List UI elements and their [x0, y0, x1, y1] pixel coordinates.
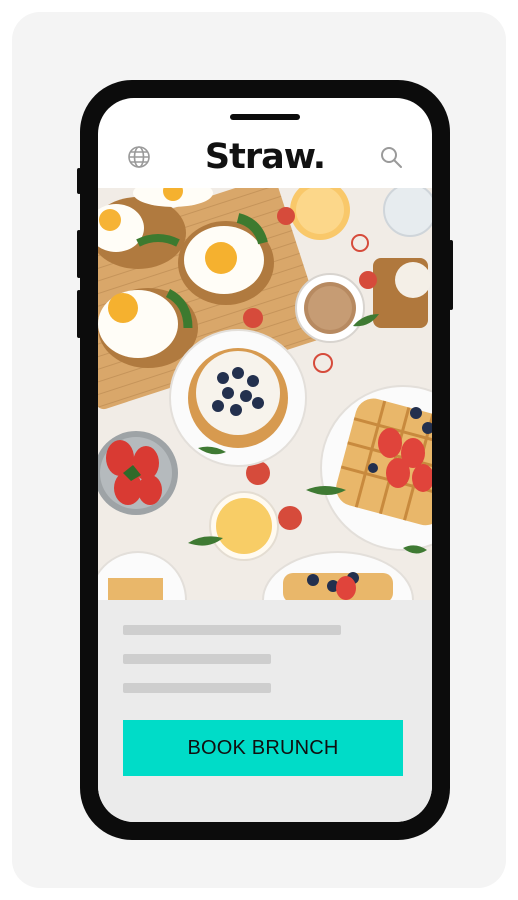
hero-image: [98, 188, 432, 600]
phone-side-button: [449, 240, 453, 310]
phone-side-button: [77, 290, 81, 338]
phone-speaker: [230, 114, 300, 120]
placeholder-line: [123, 683, 271, 693]
globe-icon[interactable]: [126, 144, 152, 170]
phone-side-button: [77, 230, 81, 278]
phone-screen: Straw. BOOK BRUNCH: [98, 98, 432, 822]
book-brunch-button[interactable]: BOOK BRUNCH: [123, 720, 403, 776]
app-header: Straw.: [98, 126, 432, 188]
content-area: BOOK BRUNCH: [98, 600, 432, 822]
app-logo: Straw.: [204, 136, 326, 177]
phone-side-button: [77, 168, 81, 194]
search-icon[interactable]: [378, 144, 404, 170]
placeholder-line: [123, 654, 271, 664]
placeholder-line: [123, 625, 341, 635]
